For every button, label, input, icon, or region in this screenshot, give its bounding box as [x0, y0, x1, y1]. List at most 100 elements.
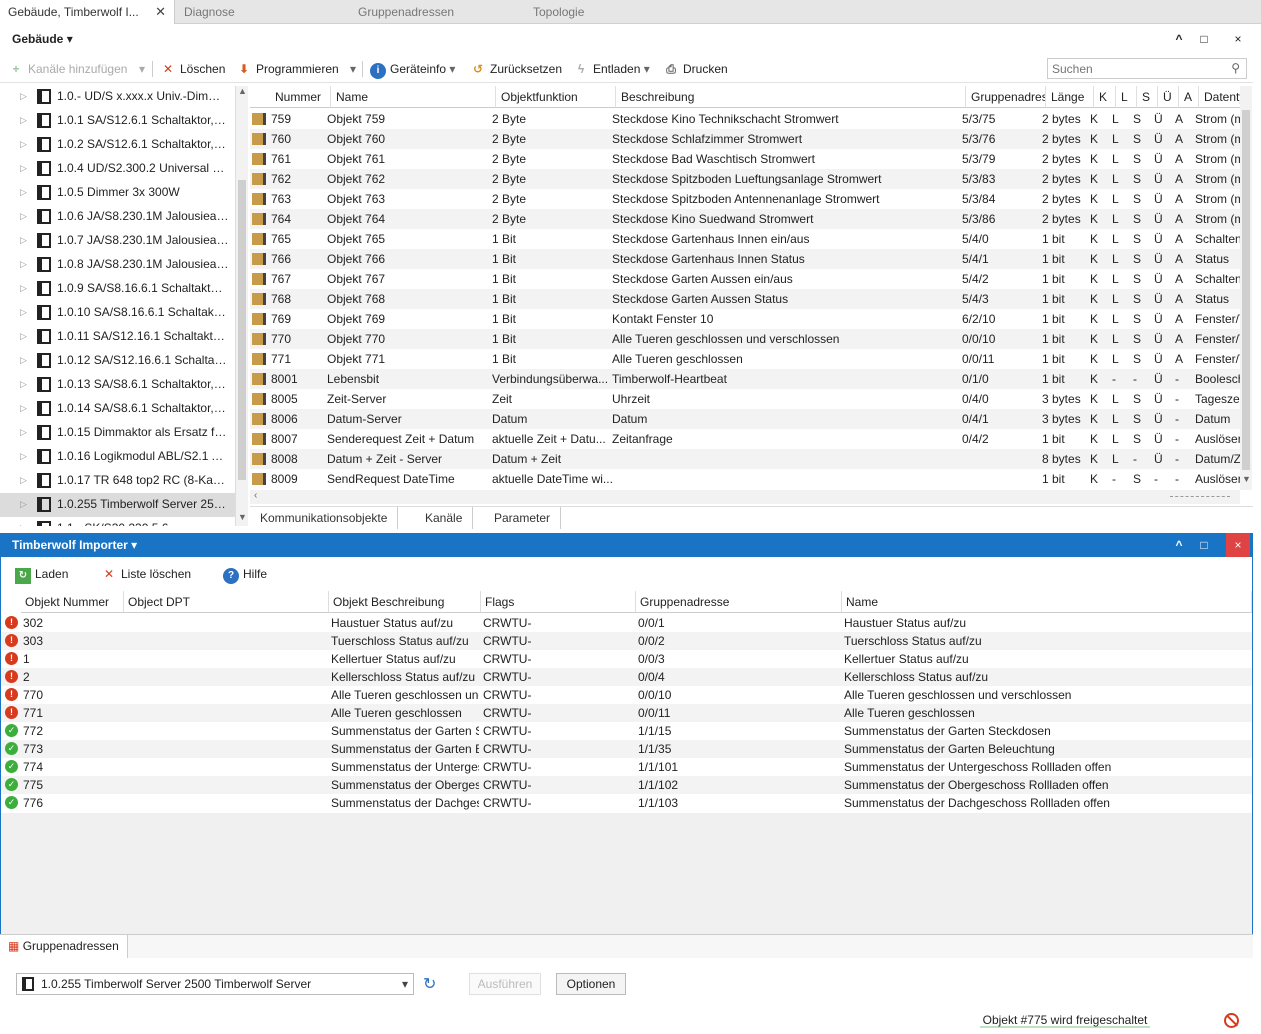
add-channels-button[interactable]: + Kanäle hinzufügen [8, 61, 127, 77]
help-button[interactable]: ? Hilfe [223, 566, 267, 584]
list-item[interactable]: ! 303 Tuerschloss Status auf/zu CRWTU- 0/0/2… [1, 632, 1252, 650]
table-row[interactable]: 8001 Lebensbit Verbindungsüberwa... Timberw… [250, 369, 1240, 389]
expand-arrow-icon[interactable]: ▷ [20, 469, 27, 491]
expand-arrow-icon[interactable]: ▷ [20, 109, 27, 131]
tab-gebaeude[interactable]: Gebäude, Timberwolf I... ✕ [0, 0, 175, 24]
tree-item[interactable]: ▷ 1.0.10 SA/S8.16.6.1 Schaltaktor... [0, 301, 235, 325]
tree-scrollbar[interactable]: ▲ ▼ [236, 86, 248, 526]
list-item[interactable]: ✓ 773 Summenstatus der Garten Be CRWTU- 1/1/… [1, 740, 1252, 758]
reset-button[interactable]: ↺ Zurücksetzen [470, 61, 562, 77]
close-icon[interactable]: ✕ [155, 0, 166, 24]
tree-item[interactable]: ▷ 1.0.15 Dimmaktor als Ersatz für... [0, 421, 235, 445]
table-row[interactable]: 765 Objekt 765 1 Bit Steckdose Gartenhaus I… [250, 229, 1240, 249]
tree-item[interactable]: ▷ 1.0.7 JA/S8.230.1M Jalousieakt... [0, 229, 235, 253]
table-row[interactable]: 8006 Datum-Server Datum Datum 0/4/1 3 bytes K L… [250, 409, 1240, 429]
list-item[interactable]: ! 302 Haustuer Status auf/zu CRWTU- 0/0/1 Hau… [1, 614, 1252, 632]
expand-arrow-icon[interactable]: ▷ [20, 133, 27, 155]
expand-arrow-icon[interactable]: ▷ [20, 493, 27, 515]
expand-arrow-icon[interactable]: ▷ [20, 181, 27, 203]
tab-channels[interactable]: Kanäle [415, 507, 474, 529]
table-row[interactable]: 766 Objekt 766 1 Bit Steckdose Gartenhaus I… [250, 249, 1240, 269]
add-channels-dropdown[interactable]: ▾ [139, 61, 145, 77]
collapse-icon[interactable]: ^ [1167, 533, 1191, 557]
table-row[interactable]: 760 Objekt 760 2 Byte Steckdose Schlafzimme… [250, 129, 1240, 149]
header-col-object-number[interactable]: Objekt Nummer [21, 591, 124, 613]
maximize-icon[interactable]: □ [1192, 533, 1216, 557]
header-col-group-address[interactable]: Gruppenadres [966, 86, 1046, 108]
list-item[interactable]: ✓ 775 Summenstatus der Obergesc CRWTU- 1/1/1… [1, 776, 1252, 794]
tree-item[interactable]: ▷ 1.0.- UD/S x.xxx.x Univ.-Dimma... [0, 86, 235, 109]
header-col-function[interactable]: Objektfunktion [496, 86, 616, 108]
panel-title[interactable]: Gebäude [12, 32, 63, 46]
cancel-icon[interactable] [1224, 1013, 1239, 1028]
program-dropdown[interactable]: ▾ [350, 61, 356, 77]
table-row[interactable]: 763 Objekt 763 2 Byte Steckdose Spitzboden … [250, 189, 1240, 209]
list-item[interactable]: ! 770 Alle Tueren geschlossen und CRWTU- 0/0… [1, 686, 1252, 704]
tab-communication-objects[interactable]: Kommunikationsobjekte [250, 507, 399, 529]
tab-diagnose[interactable]: Diagnose [176, 0, 336, 24]
header-col-name[interactable]: Name [842, 591, 1252, 613]
tree-item[interactable]: ▷ 1.0.6 JA/S8.230.1M Jalousieakt... [0, 205, 235, 229]
unload-button[interactable]: ϟ Entladen ▾ [573, 61, 650, 77]
header-col-name[interactable]: Name [331, 86, 496, 108]
tree-item[interactable]: ▷ 1.0.16 Logikmodul ABL/S2.1 A... [0, 445, 235, 469]
list-item[interactable]: ! 2 Kellerschloss Status auf/zu CRWTU- 0/0/4… [1, 668, 1252, 686]
close-icon[interactable]: × [1226, 533, 1250, 557]
tree-item[interactable]: ▷ 1.0.255 Timberwolf Server 250... [0, 493, 235, 517]
header-col-datatype[interactable]: Datenty [1199, 86, 1240, 108]
search-input[interactable] [1048, 59, 1218, 78]
header-col-object-dpt[interactable]: Object DPT [124, 591, 329, 613]
list-item[interactable]: ! 1 Kellertuer Status auf/zu CRWTU- 0/0/3 Kel… [1, 650, 1252, 668]
expand-arrow-icon[interactable]: ▷ [20, 277, 27, 299]
header-col-description[interactable]: Beschreibung [616, 86, 966, 108]
tab-group-addresses[interactable]: ▦ Gruppenadressen [0, 935, 128, 958]
chevron-down-icon[interactable]: ▾ [67, 32, 73, 46]
list-item[interactable]: ✓ 772 Summenstatus der Garten St CRWTU- 1/1/… [1, 722, 1252, 740]
expand-arrow-icon[interactable]: ▷ [20, 373, 27, 395]
header-col-length[interactable]: Länge [1046, 86, 1094, 108]
tree-item[interactable]: ▷ 1.0.9 SA/S8.16.6.1 Schaltaktor,... [0, 277, 235, 301]
header-col-object-description[interactable]: Objekt Beschreibung [329, 591, 481, 613]
tab-gruppenadressen[interactable]: Gruppenadressen [350, 0, 510, 24]
expand-arrow-icon[interactable]: ▷ [20, 325, 27, 347]
tree-item[interactable]: ▷ 1.0.1 SA/S12.6.1 Schaltaktor,12... [0, 109, 235, 133]
expand-arrow-icon[interactable]: ▷ [20, 397, 27, 419]
expand-arrow-icon[interactable]: ▷ [20, 229, 27, 251]
maximize-icon[interactable]: □ [1192, 28, 1216, 50]
table-row[interactable]: 768 Objekt 768 1 Bit Steckdose Garten Ausse… [250, 289, 1240, 309]
delete-button[interactable]: ✕ Löschen [160, 61, 225, 77]
expand-arrow-icon[interactable]: ▷ [20, 349, 27, 371]
device-info-button[interactable]: i Geräteinfo ▾ [370, 61, 455, 79]
header-col-l[interactable]: L [1116, 86, 1137, 108]
list-item[interactable]: ✓ 776 Summenstatus der Dachgesc CRWTU- 1/1/1… [1, 794, 1252, 812]
importer-title[interactable]: Timberwolf Importer [12, 538, 128, 552]
tree-item[interactable]: ▷ 1.1.- SK/S30.230.5.6 [0, 517, 235, 526]
list-item[interactable]: ✓ 774 Summenstatus der Unterges CRWTU- 1/1/1… [1, 758, 1252, 776]
table-row[interactable]: 8005 Zeit-Server Zeit Uhrzeit 0/4/0 3 bytes K L… [250, 389, 1240, 409]
header-col-k[interactable]: K [1094, 86, 1116, 108]
expand-arrow-icon[interactable]: ▷ [20, 86, 27, 107]
tree-item[interactable]: ▷ 1.0.5 Dimmer 3x 300W [0, 181, 235, 205]
print-button[interactable]: ⎙ Drucken [663, 61, 728, 77]
tree-item[interactable]: ▷ 1.0.8 JA/S8.230.1M Jalousieakt... [0, 253, 235, 277]
header-col-a[interactable]: A [1179, 86, 1199, 108]
expand-arrow-icon[interactable]: ▷ [20, 205, 27, 227]
device-select[interactable]: 1.0.255 Timberwolf Server 2500 Timberwol… [16, 973, 414, 995]
expand-arrow-icon[interactable]: ▷ [20, 253, 27, 275]
expand-arrow-icon[interactable]: ▷ [20, 517, 27, 526]
header-col-u[interactable]: Ü [1158, 86, 1179, 108]
tree-item[interactable]: ▷ 1.0.12 SA/S12.16.6.1 Schaltakt... [0, 349, 235, 373]
refresh-icon[interactable]: ↻ [423, 974, 436, 994]
table-row[interactable]: 771 Objekt 771 1 Bit Alle Tueren geschlosse… [250, 349, 1240, 369]
tree-item[interactable]: ▷ 1.0.11 SA/S12.16.1 Schaltaktor,... [0, 325, 235, 349]
table-row[interactable]: 762 Objekt 762 2 Byte Steckdose Spitzboden … [250, 169, 1240, 189]
table-row[interactable]: 767 Objekt 767 1 Bit Steckdose Garten Ausse… [250, 269, 1240, 289]
load-button[interactable]: ↻ Laden [15, 566, 68, 584]
clear-list-button[interactable]: ✕ Liste löschen [101, 566, 191, 582]
header-col-group-address[interactable]: Gruppenadresse [636, 591, 842, 613]
grid-vertical-scrollbar[interactable]: ▼ [1240, 86, 1252, 490]
table-row[interactable]: 8008 Datum + Zeit - Server Datum + Zeit 8 b… [250, 449, 1240, 469]
expand-arrow-icon[interactable]: ▷ [20, 157, 27, 179]
table-row[interactable]: 764 Objekt 764 2 Byte Steckdose Kino Suedwa… [250, 209, 1240, 229]
expand-arrow-icon[interactable]: ▷ [20, 421, 27, 443]
